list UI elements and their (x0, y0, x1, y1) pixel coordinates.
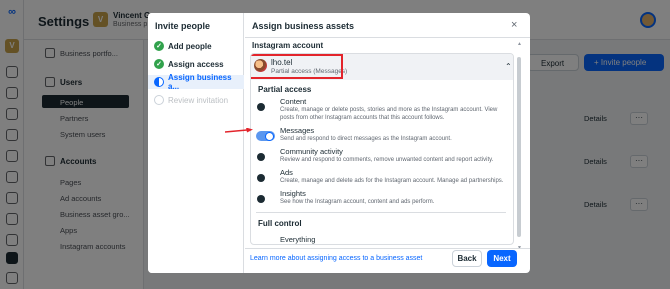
step-assign-access[interactable]: ✓ Assign access (154, 57, 244, 71)
step-review-invitation: Review invitation (154, 93, 244, 107)
step-label: Assign access (168, 59, 224, 69)
section-label: Instagram account (252, 41, 324, 50)
step-label: Assign business a... (168, 73, 232, 91)
permission-name: Messages (280, 126, 315, 135)
pending-icon (154, 95, 164, 105)
account-row[interactable]: lho.tel Partial access (Messages) ⌃ (251, 54, 513, 80)
check-icon: ✓ (154, 41, 164, 51)
section-divider (256, 212, 506, 213)
permission-name: Content (280, 97, 307, 106)
toggle-messages[interactable] (256, 131, 275, 141)
learn-more-link[interactable]: Learn more about assigning access to a b… (250, 255, 422, 262)
step-assign-business-assets[interactable]: Assign business a... (148, 73, 244, 91)
scrollbar[interactable] (517, 53, 522, 245)
permission-desc: Create, manage and delete ads for the In… (280, 178, 504, 184)
instagram-account-card: lho.tel Partial access (Messages) ⌃ Part… (250, 53, 514, 245)
next-button[interactable]: Next (487, 250, 517, 267)
steps-panel: Invite people ✓ Add people ✓ Assign acce… (148, 13, 244, 273)
toggle-content[interactable] (256, 102, 275, 112)
scroll-up-icon[interactable]: ▲ (517, 41, 522, 47)
full-control-label: Full control (258, 219, 302, 228)
steps-title: Invite people (155, 21, 211, 31)
chevron-up-icon[interactable]: ⌃ (505, 62, 512, 71)
header-divider (245, 37, 530, 38)
permission-everything[interactable]: Everything (280, 235, 315, 244)
permission-desc: Review and respond to comments, remove u… (280, 157, 494, 163)
permission-desc: Create, manage or delete posts, stories … (280, 107, 498, 121)
permission-name: Community activity (280, 147, 343, 156)
red-arrow-icon (225, 128, 253, 133)
assign-assets-panel: Assign business assets × Instagram accou… (245, 13, 530, 273)
close-icon[interactable]: × (511, 19, 517, 31)
step-label: Add people (168, 41, 212, 51)
toggle-ads[interactable] (256, 173, 275, 183)
check-icon: ✓ (154, 59, 164, 69)
toggle-community[interactable] (256, 152, 275, 162)
footer-divider (245, 248, 530, 249)
permission-name: Ads (280, 168, 293, 177)
step-label: Review invitation (168, 95, 229, 105)
back-button[interactable]: Back (452, 250, 482, 267)
highlight-box (251, 54, 343, 79)
permission-name: Insights (280, 189, 306, 198)
partial-access-label: Partial access (258, 85, 312, 94)
step-add-people[interactable]: ✓ Add people (154, 39, 244, 53)
permission-desc: Send and respond to direct messages as t… (280, 136, 452, 142)
toggle-insights[interactable] (256, 194, 275, 204)
in-progress-icon (154, 77, 164, 87)
assign-assets-dialog: Invite people ✓ Add people ✓ Assign acce… (148, 13, 530, 273)
dialog-title: Assign business assets (252, 21, 355, 31)
permission-desc: See how the Instagram account, content a… (280, 199, 435, 205)
